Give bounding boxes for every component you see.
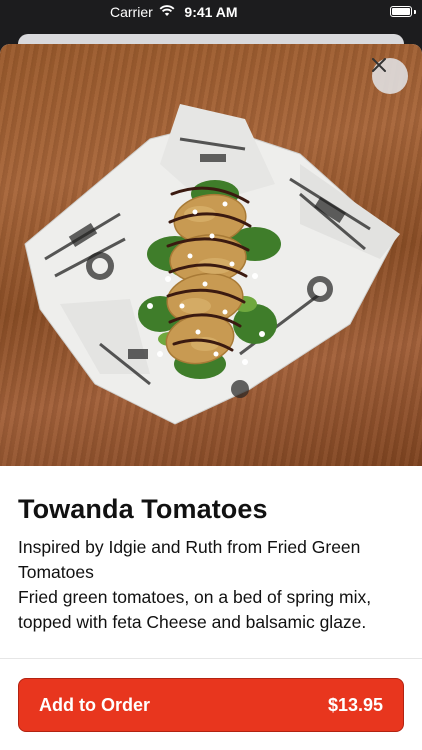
divider (0, 658, 422, 659)
close-button[interactable] (372, 58, 408, 94)
add-to-order-button[interactable]: Add to Order $13.95 (18, 678, 404, 732)
battery-tip (414, 10, 416, 14)
item-description: Inspired by Idgie and Ruth from Fried Gr… (18, 535, 404, 635)
description-line-2: Fried green tomatoes, on a bed of spring… (18, 587, 372, 632)
battery-icon (390, 6, 412, 17)
status-time: 9:41 AM (184, 4, 238, 20)
add-to-order-label: Add to Order (39, 694, 150, 715)
food-illustration (24, 104, 400, 425)
close-icon (372, 58, 386, 72)
status-bar: Carrier 9:41 AM (0, 0, 422, 26)
item-detail-sheet: Towanda Tomatoes Inspired by Idgie and R… (0, 44, 422, 750)
item-photo (0, 44, 422, 466)
item-title: Towanda Tomatoes (18, 494, 268, 524)
description-line-1: Inspired by Idgie and Ruth from Fried Gr… (18, 537, 361, 582)
price-label: $13.95 (327, 694, 383, 715)
